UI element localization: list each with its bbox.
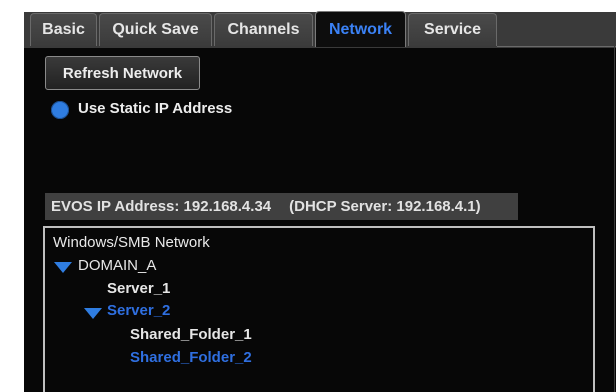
tree-item-shared-folder-1[interactable]: Shared_Folder_1 — [130, 326, 252, 343]
tab-service[interactable]: Service — [408, 13, 497, 46]
tab-quick-save[interactable]: Quick Save — [99, 13, 212, 46]
tree-item-server-2[interactable]: Server_2 — [107, 302, 170, 319]
tree-root-label: Windows/SMB Network — [53, 234, 210, 251]
tab-basic[interactable]: Basic — [30, 13, 97, 46]
dhcp-server-text: (DHCP Server: 192.168.4.1) — [289, 198, 481, 215]
triangle-down-icon[interactable] — [84, 308, 102, 319]
network-tree[interactable]: Windows/SMB Network DOMAIN_A Server_1 Se… — [43, 226, 595, 392]
refresh-network-button[interactable]: Refresh Network — [45, 56, 200, 90]
evos-ip-text: EVOS IP Address: 192.168.4.34 — [51, 198, 272, 215]
tree-item-server-1[interactable]: Server_1 — [107, 280, 170, 297]
radio-selected-icon[interactable] — [51, 101, 69, 119]
tree-item-domain[interactable]: DOMAIN_A — [78, 257, 156, 274]
static-ip-label[interactable]: Use Static IP Address — [78, 100, 232, 117]
tab-network[interactable]: Network — [315, 11, 406, 47]
tree-item-shared-folder-2[interactable]: Shared_Folder_2 — [130, 349, 252, 366]
tab-channels[interactable]: Channels — [214, 13, 313, 46]
ip-status-bar: EVOS IP Address: 192.168.4.34 (DHCP Serve… — [45, 193, 518, 220]
triangle-down-icon[interactable] — [54, 262, 72, 273]
